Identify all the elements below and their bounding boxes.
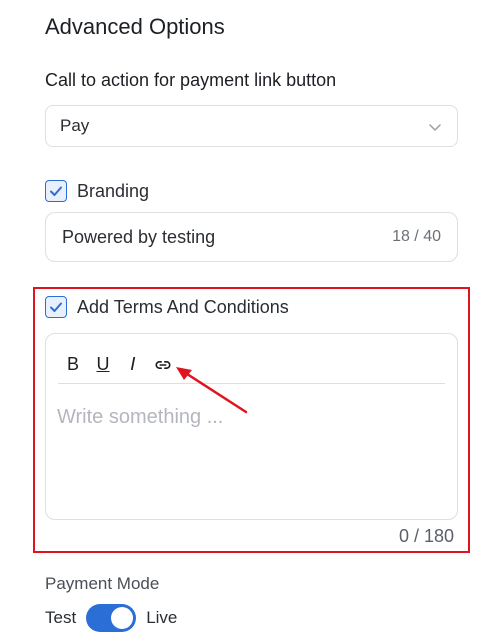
terms-label: Add Terms And Conditions [77,296,289,317]
payment-mode-toggle[interactable] [86,604,137,632]
branding-input[interactable]: Powered by testing 18 / 40 [45,212,458,262]
mode-live-label: Live [146,608,178,627]
toggle-knob [111,607,134,629]
terms-char-counter: 0 / 180 [398,526,454,546]
section-title: Advanced Options [45,14,225,39]
cta-select-value: Pay [60,116,90,135]
branding-checkbox[interactable] [45,180,67,202]
terms-row: Add Terms And Conditions [45,296,289,318]
branding-row: Branding [45,180,149,202]
branding-label: Branding [77,180,150,201]
italic-button[interactable]: I [124,354,142,376]
underline-button[interactable]: U [94,354,112,376]
check-icon [50,302,62,312]
cta-label: Call to action for payment link button [45,70,337,90]
branding-char-counter: 18 / 40 [392,228,441,245]
terms-checkbox[interactable] [45,296,67,318]
cta-select[interactable]: Pay [45,105,458,147]
check-icon [50,186,62,196]
branding-input-value: Powered by testing [62,226,216,247]
bold-button[interactable]: B [64,354,82,376]
annotation-arrow [176,367,248,414]
mode-test-label: Test [45,608,77,627]
payment-mode-row: Test Live [45,604,177,632]
payment-mode-label: Payment Mode [45,574,160,593]
chevron-down-icon [429,124,441,131]
